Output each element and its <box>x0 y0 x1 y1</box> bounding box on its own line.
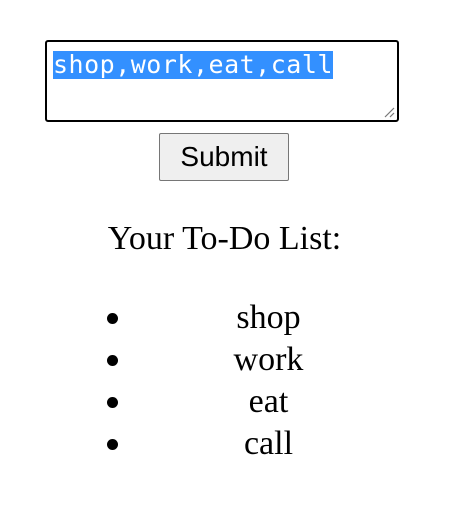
submit-button[interactable]: Submit <box>159 133 289 181</box>
list-item-label: eat <box>248 383 289 420</box>
list-item: work <box>0 339 449 381</box>
todo-textarea[interactable]: shop,work,eat,call <box>45 40 399 122</box>
bullet-icon <box>107 397 118 408</box>
todo-list-title: Your To-Do List: <box>107 220 342 257</box>
bullet-icon <box>107 313 118 324</box>
bullet-icon <box>107 355 118 366</box>
textarea-selected-text: shop,work,eat,call <box>53 50 333 79</box>
list-item: shop <box>0 297 449 339</box>
bullet-icon <box>107 439 118 450</box>
resize-grip-icon[interactable] <box>383 106 395 118</box>
list-item-label: work <box>233 341 304 378</box>
list-item-label: shop <box>236 299 301 336</box>
todo-list: shop work eat call <box>0 297 449 465</box>
list-item-label: call <box>243 425 294 462</box>
list-item: eat <box>0 381 449 423</box>
list-item: call <box>0 423 449 465</box>
